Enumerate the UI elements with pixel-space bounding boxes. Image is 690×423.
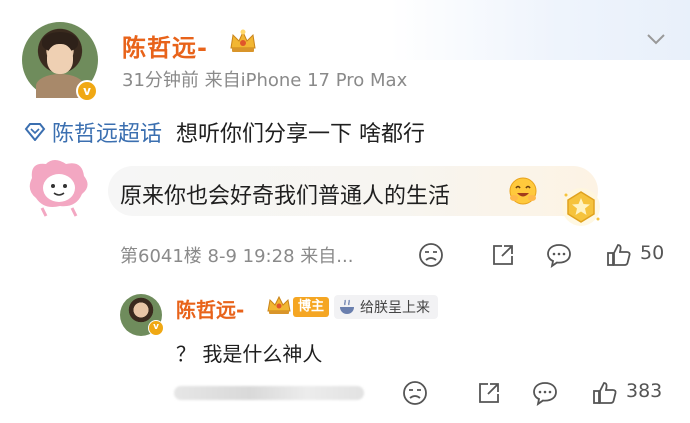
- post-text: 陈哲远超话 想听你们分享一下 啥都行: [24, 116, 425, 148]
- comment-like-count: 50: [640, 242, 665, 264]
- reply-action-row: 383: [174, 378, 674, 408]
- reply-author-name[interactable]: 陈哲远-: [176, 294, 244, 323]
- topic-diamond-icon: [24, 123, 46, 141]
- commenter-avatar[interactable]: [24, 158, 94, 218]
- reply-like-count: 383: [626, 380, 663, 402]
- dislike-icon[interactable]: [402, 380, 428, 406]
- verified-badge: v: [76, 80, 98, 102]
- post-meta: 31分钟前 来自iPhone 17 Pro Max: [122, 70, 408, 91]
- comment-text: 原来你也会好奇我们普通人的生活: [120, 184, 451, 209]
- verified-badge: v: [148, 320, 164, 336]
- topic-link[interactable]: 陈哲远超话: [52, 116, 162, 148]
- smile-emoji-icon: [509, 177, 537, 205]
- crown-icon: [267, 295, 291, 314]
- liked-by-author-tag: 给朕呈上来: [334, 295, 438, 319]
- share-icon[interactable]: [490, 242, 516, 268]
- blurred-floor-info: [174, 386, 364, 400]
- comment-action-row: 第6041楼 8-9 19:28 来自... 50: [120, 240, 680, 270]
- author-avatar[interactable]: v: [22, 22, 98, 102]
- dislike-icon[interactable]: [418, 242, 444, 268]
- like-icon[interactable]: [592, 380, 618, 406]
- liked-tag-label: 给朕呈上来: [360, 300, 430, 316]
- coin-icon[interactable]: [558, 186, 604, 228]
- author-role-badge: 博主: [293, 297, 330, 317]
- chevron-down-icon[interactable]: [646, 32, 666, 46]
- crown-icon: [230, 29, 256, 52]
- reply-text: ？ 我是什么神人: [176, 342, 323, 366]
- comment-icon[interactable]: [532, 380, 558, 406]
- comment-floor-info: 第6041楼 8-9 19:28 来自...: [120, 246, 354, 267]
- share-icon[interactable]: [476, 380, 502, 406]
- reply-author-avatar[interactable]: v: [120, 294, 164, 336]
- post-header: v 陈哲远- 31分钟前 来自iPhone 17 Pro Max: [22, 18, 672, 102]
- author-name[interactable]: 陈哲远-: [122, 28, 208, 63]
- post-body: 想听你们分享一下 啥都行: [176, 122, 426, 147]
- like-icon[interactable]: [606, 242, 632, 268]
- comment-icon[interactable]: [546, 242, 572, 268]
- bowl-icon: [340, 299, 354, 314]
